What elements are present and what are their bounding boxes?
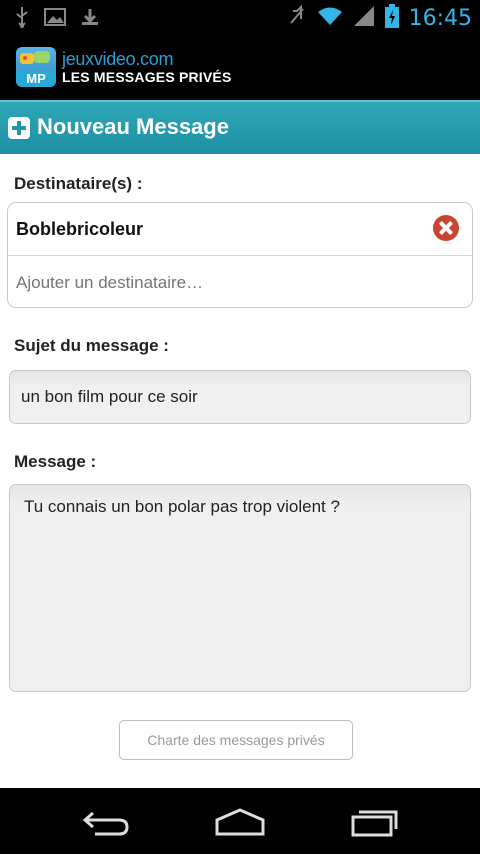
download-icon [80, 7, 100, 31]
recipient-name: Boblebricoleur [16, 219, 144, 239]
usb-icon [14, 6, 30, 32]
clock: 16:45 [408, 5, 472, 31]
title-bar: Nouveau Message [0, 100, 480, 154]
battery-charging-icon [384, 4, 399, 32]
app-logo-icon: MP [16, 47, 56, 87]
compose-form: Destinataire(s) : Boblebricoleur Sujet d… [0, 154, 480, 788]
subject-label: Sujet du message : [14, 336, 169, 355]
charte-button[interactable]: Charte des messages privés [119, 720, 353, 760]
app-header: MP jeuxvideo.com LES MESSAGES PRIVÉS [0, 36, 480, 100]
subject-input[interactable]: un bon film pour ce soir [9, 370, 471, 424]
status-bar: 16:45 [0, 0, 480, 36]
signal-icon [353, 5, 375, 31]
wifi-icon [317, 6, 343, 30]
brand-name-text: jeuxvideo [62, 49, 136, 69]
back-icon[interactable] [76, 806, 136, 838]
message-label: Message : [14, 452, 97, 471]
recipients-box: Boblebricoleur [7, 202, 473, 308]
subject-value: un bon film pour ce soir [21, 387, 198, 406]
remove-recipient-icon[interactable] [433, 215, 459, 241]
logo-badge: MP [16, 71, 56, 87]
message-textarea[interactable]: Tu connais un bon polar pas trop violent… [9, 484, 471, 692]
recipients-label: Destinataire(s) : [14, 174, 143, 193]
brand-domain: .com [135, 49, 174, 69]
recent-apps-icon[interactable] [344, 806, 404, 838]
home-icon[interactable] [210, 806, 270, 838]
app-subtitle: LES MESSAGES PRIVÉS [62, 69, 232, 85]
brand-name: jeuxvideo.com [62, 49, 173, 70]
page-title: Nouveau Message [37, 114, 229, 139]
image-icon [44, 8, 66, 30]
message-value: Tu connais un bon polar pas trop violent… [24, 497, 340, 516]
recipient-row: Boblebricoleur [8, 203, 472, 256]
plus-icon [8, 117, 30, 139]
mute-icon [287, 4, 307, 31]
navigation-bar [0, 788, 480, 854]
add-recipient-input[interactable] [16, 273, 456, 293]
